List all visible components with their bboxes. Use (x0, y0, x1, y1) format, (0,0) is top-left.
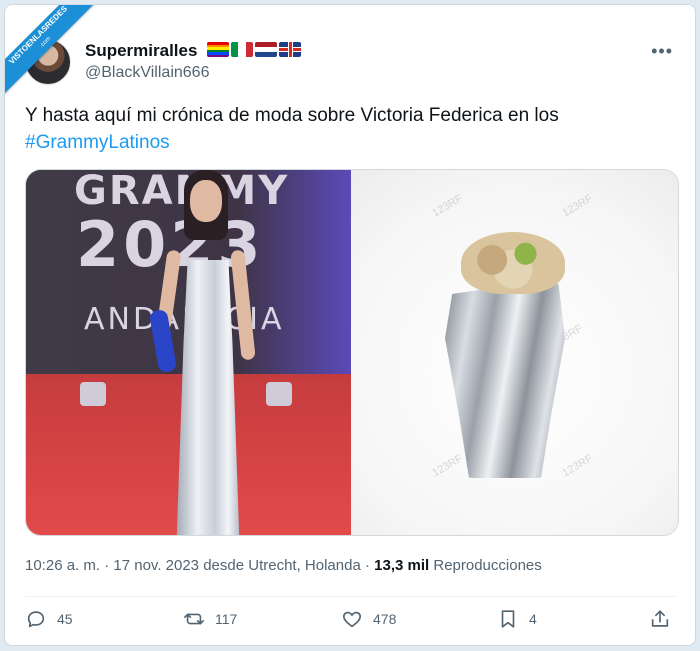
tweet-location: desde Utrecht, Holanda (199, 557, 361, 574)
retweet-button[interactable]: 117 (183, 608, 237, 630)
netherlands-flag-icon (255, 42, 277, 57)
reply-button[interactable]: 45 (25, 608, 73, 630)
flag-emojis (207, 42, 301, 57)
burrito-filling (461, 232, 565, 294)
views-count: 13,3 mil (374, 557, 430, 574)
rainbow-flag-icon (207, 42, 229, 57)
tweet-date[interactable]: 17 nov. 2023 (113, 557, 199, 574)
stock-watermark: 123RF (430, 192, 465, 220)
stock-watermark: 123RF (560, 192, 595, 220)
bookmark-icon (501, 610, 515, 628)
bookmark-button[interactable]: 4 (497, 608, 537, 630)
heart-icon (343, 611, 361, 628)
stock-watermark: 123RF (560, 452, 595, 480)
tweet-card: VISTOENLASREDES .com Supermiralles @Blac… (4, 4, 696, 646)
divider (25, 596, 677, 597)
retweet-count: 117 (215, 611, 238, 627)
retweet-icon (184, 613, 204, 625)
more-options-icon[interactable]: ••• (651, 41, 673, 62)
reply-icon (27, 611, 45, 628)
tweet-body: Y hasta aquí mi crónica de moda sobre Vi… (25, 105, 559, 126)
uk-flag-icon (279, 42, 301, 57)
univision-logo (80, 382, 106, 406)
red-carpet-photo[interactable]: GRAMMY 2023 ANDALUCIA (26, 170, 351, 535)
woman-in-silver-dress (148, 170, 256, 535)
action-bar: 45 117 478 4 (25, 608, 677, 640)
foil-wrap (445, 278, 565, 478)
tweet-meta: 10:26 a. m. · 17 nov. 2023 desde Utrecht… (25, 557, 542, 574)
watermark-ribbon: VISTOENLASREDES .com (5, 5, 105, 105)
views-label: Reproducciones (429, 557, 542, 574)
foil-burrito-photo[interactable]: 123RF 123RF 123RF 123RF 123RF (351, 170, 678, 535)
like-button[interactable]: 478 (341, 608, 396, 630)
reply-count: 45 (57, 611, 73, 627)
share-icon (651, 610, 669, 627)
univision-logo (266, 382, 292, 406)
tweet-text: Y hasta aquí mi crónica de moda sobre Vi… (25, 102, 675, 156)
hashtag-link[interactable]: #GrammyLatinos (25, 129, 675, 156)
italy-flag-icon (231, 42, 253, 57)
share-button[interactable] (649, 608, 671, 630)
tweet-time[interactable]: 10:26 a. m. (25, 557, 100, 574)
bookmark-count: 4 (529, 611, 537, 627)
media-grid[interactable]: GRAMMY 2023 ANDALUCIA 123RF 123RF 123RF … (25, 169, 679, 536)
stock-watermark: 123RF (430, 452, 465, 480)
like-count: 478 (373, 611, 397, 627)
